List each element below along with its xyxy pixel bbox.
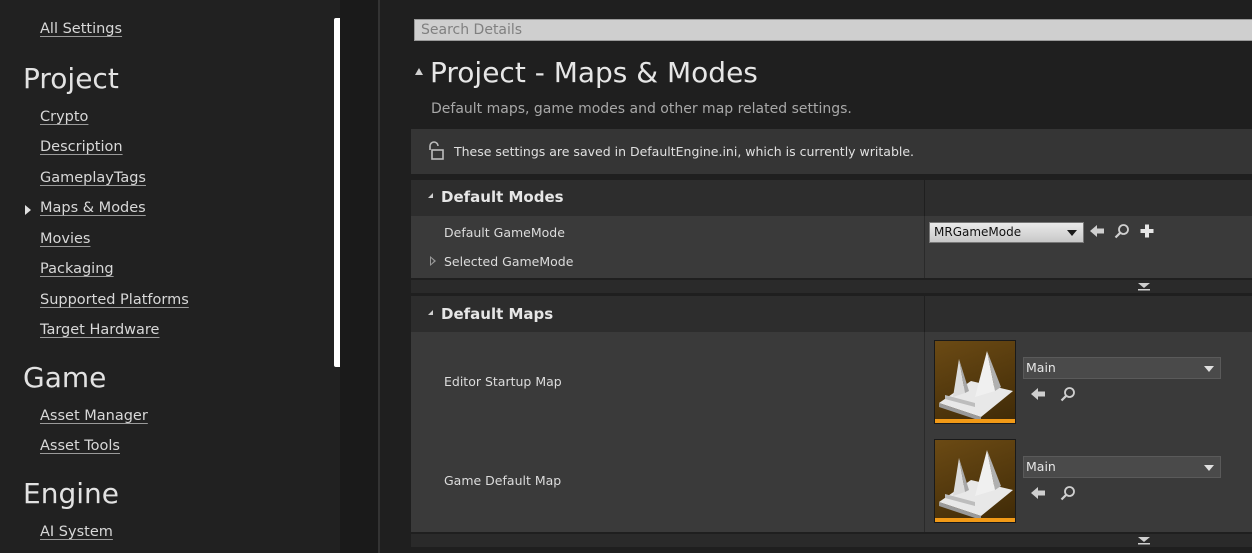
nav-item-packaging[interactable]: Packaging: [40, 261, 114, 277]
default-gamemode-value: MRGameMode: [934, 225, 1022, 239]
settings-sidebar: All Settings Project Crypto Description …: [0, 0, 344, 553]
show-advanced-icon[interactable]: [1138, 283, 1150, 291]
category-title-default-maps: Default Maps: [441, 305, 554, 323]
add-plus-icon[interactable]: [1139, 223, 1155, 239]
search-details-input[interactable]: [414, 19, 1252, 41]
map-thumbnail-icon: [939, 351, 1013, 421]
game-default-map-value: Main: [1026, 459, 1056, 474]
unlock-icon: [429, 141, 444, 160]
category-title-default-modes: Default Modes: [441, 188, 564, 206]
column-splitter-rows: [924, 332, 925, 532]
nav-item-ai-system[interactable]: AI System: [40, 524, 113, 540]
use-selected-arrow-icon[interactable]: [1030, 485, 1046, 501]
page-title: Project - Maps & Modes: [430, 56, 758, 89]
collapse-section-icon[interactable]: [415, 68, 423, 75]
game-default-map-label: Game Default Map: [444, 473, 562, 488]
nav-all-settings[interactable]: All Settings: [40, 21, 122, 37]
asset-type-bar: [935, 518, 1015, 522]
category-collapse-icon[interactable]: [428, 310, 433, 315]
editor-startup-map-value: Main: [1026, 360, 1056, 375]
game-default-map-combo[interactable]: Main: [1023, 456, 1221, 478]
section-heading-engine: Engine: [23, 477, 119, 510]
page-subtitle: Default maps, game modes and other map r…: [431, 101, 852, 117]
splitter-gap: [340, 0, 378, 553]
column-splitter-rows: [924, 216, 925, 278]
editor-startup-map-label: Editor Startup Map: [444, 374, 562, 389]
section-heading-project: Project: [23, 62, 119, 95]
nav-item-movies[interactable]: Movies: [40, 231, 90, 247]
nav-item-crypto[interactable]: Crypto: [40, 109, 88, 125]
browse-magnifier-icon[interactable]: [1060, 485, 1076, 501]
use-selected-arrow-icon[interactable]: [1089, 223, 1105, 239]
map-thumbnail-icon[interactable]: [934, 340, 1016, 424]
advanced-expand-strip[interactable]: [411, 534, 1252, 547]
asset-type-bar: [935, 419, 1015, 423]
nav-item-target-hardware[interactable]: Target Hardware: [40, 322, 159, 338]
nav-item-asset-tools[interactable]: Asset Tools: [40, 438, 120, 454]
chevron-down-icon: [1067, 230, 1077, 236]
section-heading-game: Game: [23, 361, 107, 394]
nav-item-description[interactable]: Description: [40, 139, 123, 155]
default-gamemode-combo[interactable]: MRGameMode: [929, 222, 1084, 243]
map-thumbnail-icon: [939, 450, 1013, 520]
expand-arrow-icon[interactable]: [430, 256, 436, 266]
browse-magnifier-icon[interactable]: [1060, 386, 1076, 402]
selected-gamemode-label: Selected GameMode: [444, 254, 574, 269]
config-info-text: These settings are saved in DefaultEngin…: [454, 144, 915, 159]
selected-arrow-icon: [25, 205, 31, 215]
chevron-down-icon: [1204, 366, 1214, 372]
browse-magnifier-icon[interactable]: [1114, 223, 1130, 239]
nav-item-supported-platforms[interactable]: Supported Platforms: [40, 292, 189, 308]
advanced-expand-strip[interactable]: [411, 280, 1252, 293]
chevron-down-icon: [1204, 465, 1214, 471]
nav-item-asset-manager[interactable]: Asset Manager: [40, 408, 148, 424]
nav-item-maps-modes[interactable]: Maps & Modes: [40, 200, 146, 216]
map-thumbnail-icon[interactable]: [934, 439, 1016, 523]
default-gamemode-label: Default GameMode: [444, 225, 565, 240]
nav-item-gameplaytags[interactable]: GameplayTags: [40, 170, 146, 186]
use-selected-arrow-icon[interactable]: [1030, 386, 1046, 402]
editor-startup-map-combo[interactable]: Main: [1023, 357, 1221, 379]
show-advanced-icon[interactable]: [1138, 537, 1150, 545]
category-collapse-icon[interactable]: [428, 193, 433, 198]
